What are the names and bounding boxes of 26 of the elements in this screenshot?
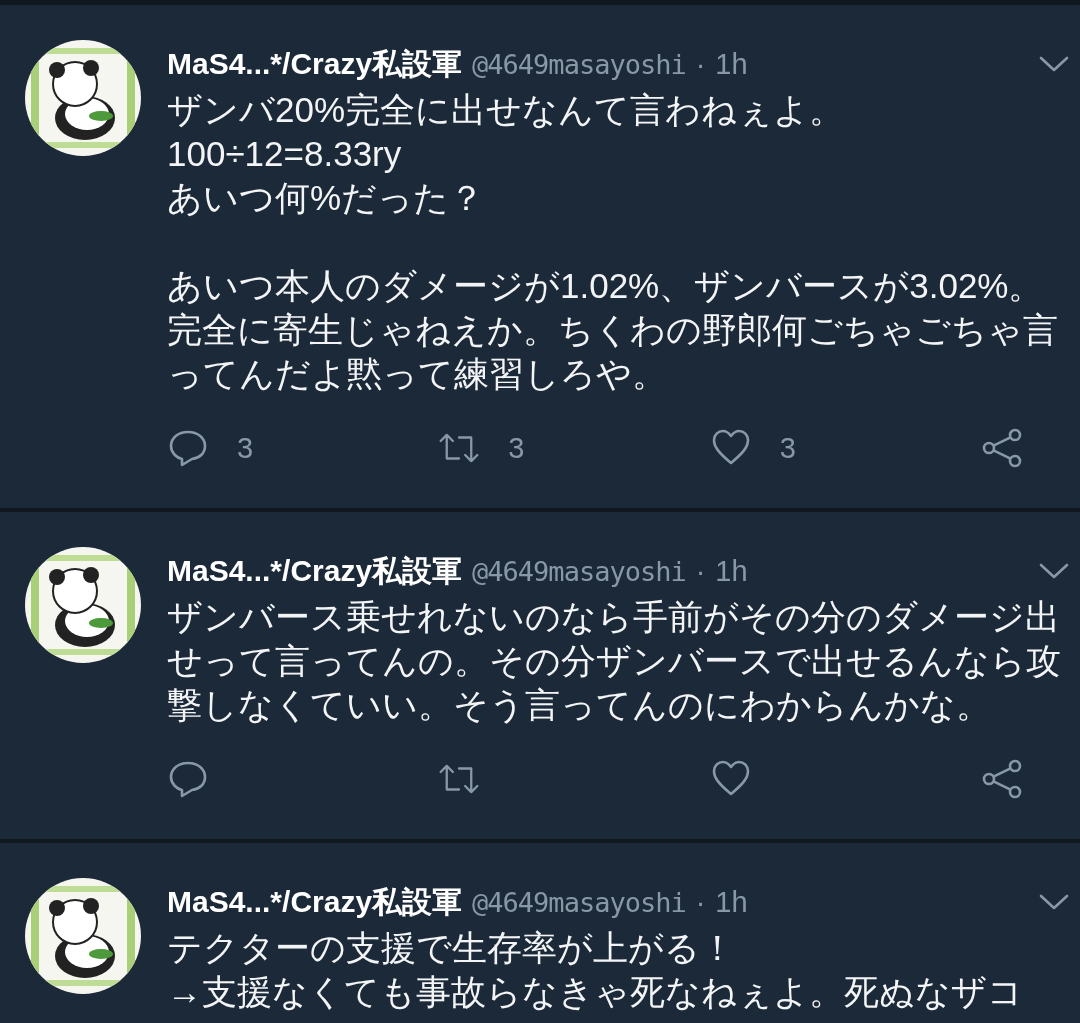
user-handle: @4649masayoshi xyxy=(472,48,686,80)
tweet-text: ザンバ20%完全に出せなんて言わねぇよ。 100÷12=8.33ry あいつ何%だった？ xyxy=(167,89,846,219)
timestamp: 1h xyxy=(715,47,748,81)
chevron-down-icon[interactable] xyxy=(1039,55,1069,73)
share-icon[interactable] xyxy=(981,759,1023,799)
tweet-text: テクターの支援で生存率が上がる！ →支援なくても事故らなきゃ死なねぇよ。死ぬなザコ xyxy=(167,927,1024,1013)
chevron-down-icon[interactable] xyxy=(1039,562,1069,580)
share-icon[interactable] xyxy=(981,428,1023,468)
reply-icon[interactable] xyxy=(167,428,209,468)
timestamp: 1h xyxy=(715,554,748,588)
separator-dot: · xyxy=(695,47,706,81)
user-handle: @4649masayoshi xyxy=(472,886,686,918)
retweet-count: 3 xyxy=(508,431,525,465)
tweet-text: ザンバース乗せれないのなら手前がその分のダメージ出せって言ってんの。その分ザンバースで出せるんなら攻撃しなくていい。そう言ってんのにわからんかな。 xyxy=(167,596,1062,726)
user-handle: @4649masayoshi xyxy=(472,555,686,587)
display-name: MaS4...*/Crazy私設軍 xyxy=(167,552,463,589)
reply-count: 3 xyxy=(237,431,254,465)
tweet-text: あいつ本人のダメージが1.02%、ザンバースが3.02%。完全に寄生じゃねえか。ちくわの野郎何ごちゃごちゃ言ってんだよ黙って練習しろや。 xyxy=(167,265,1059,395)
display-name: MaS4...*/Crazy私設軍 xyxy=(167,883,463,920)
like-count: 3 xyxy=(779,431,796,465)
separator-dot: · xyxy=(695,885,706,919)
timestamp: 1h xyxy=(715,885,748,919)
separator-dot: · xyxy=(695,554,706,588)
display-name: MaS4...*/Crazy私設軍 xyxy=(167,45,463,82)
reply-icon[interactable] xyxy=(167,759,209,799)
chevron-down-icon[interactable] xyxy=(1039,893,1069,911)
